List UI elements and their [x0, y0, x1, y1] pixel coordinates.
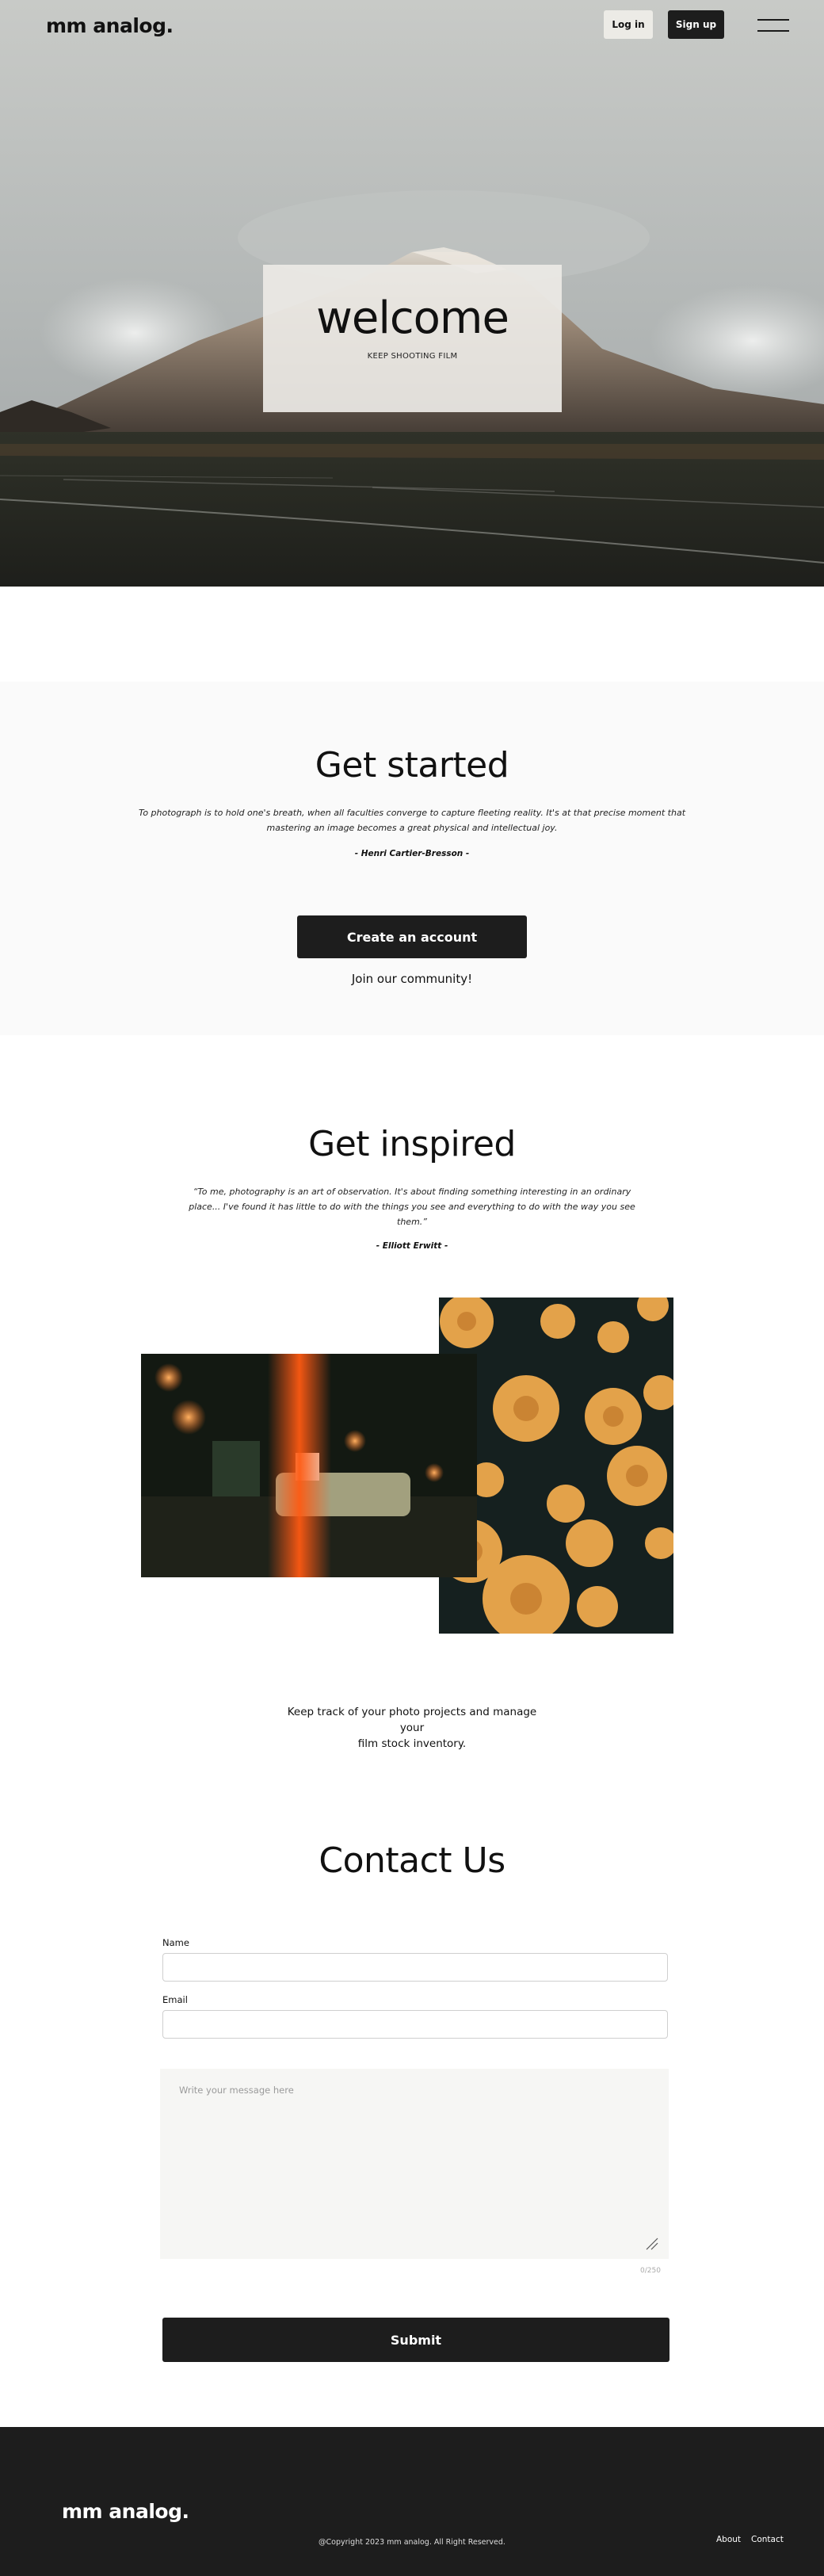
menu-line-bottom: [757, 30, 789, 32]
menu-line-top: [757, 19, 789, 21]
contact-title: Contact Us: [319, 1840, 505, 1881]
site-logo[interactable]: mm analog.: [46, 14, 174, 37]
get-started-section: Get started To photograph is to hold one…: [0, 682, 824, 1035]
get-started-quote-line2: mastering an image becomes a great physi…: [266, 823, 558, 833]
get-inspired-title: Get inspired: [308, 1124, 516, 1164]
name-label: Name: [162, 1937, 189, 1948]
message-textarea[interactable]: [160, 2069, 669, 2259]
resize-grip-icon[interactable]: [645, 2237, 659, 2251]
login-button[interactable]: Log in: [604, 10, 653, 39]
email-field[interactable]: [162, 2010, 668, 2039]
get-inspired-attribution: - Elliott Erwitt -: [376, 1241, 448, 1251]
get-started-title: Get started: [315, 745, 509, 785]
get-inspired-quote-line1: “To me, photography is an art of observa…: [193, 1187, 631, 1197]
name-field[interactable]: [162, 1953, 668, 1982]
join-community-text: Join our community!: [351, 972, 473, 986]
hero-section: mm analog. Log in Sign up welcome KEEP S…: [0, 0, 824, 587]
street-night-photo: [141, 1354, 477, 1577]
track-text: Keep track of your photo projects and ma…: [277, 1704, 547, 1752]
create-account-button[interactable]: Create an account: [297, 915, 527, 958]
street-photo-art: [141, 1354, 477, 1577]
email-label: Email: [162, 1994, 188, 2005]
footer-logo[interactable]: mm analog.: [62, 2500, 189, 2523]
get-started-quote-line1: To photograph is to hold one's breath, w…: [138, 808, 686, 818]
track-text-line1: Keep track of your photo projects and ma…: [287, 1706, 537, 1734]
get-started-attribution: - Henri Cartier-Bresson -: [354, 849, 470, 858]
get-inspired-quote-line3: them.”: [397, 1217, 427, 1227]
hero-subtitle: KEEP SHOOTING FILM: [367, 352, 458, 361]
submit-button[interactable]: Submit: [162, 2318, 670, 2362]
footer-link-about[interactable]: About: [716, 2535, 741, 2544]
welcome-card: welcome KEEP SHOOTING FILM: [263, 265, 562, 412]
get-inspired-quote-line2: place... I've found it has little to do …: [189, 1202, 635, 1212]
footer-link-contact[interactable]: Contact: [751, 2535, 784, 2544]
hamburger-menu-icon[interactable]: [757, 17, 789, 33]
signup-button[interactable]: Sign up: [668, 10, 724, 39]
hero-title: welcome: [316, 292, 509, 344]
footer: mm analog. @Copyright 2023 mm analog. Al…: [0, 2427, 824, 2576]
track-text-line2: film stock inventory.: [357, 1737, 467, 1750]
character-counter: 0/250: [640, 2267, 661, 2275]
copyright-text: @Copyright 2023 mm analog. All Right Res…: [319, 2538, 505, 2547]
